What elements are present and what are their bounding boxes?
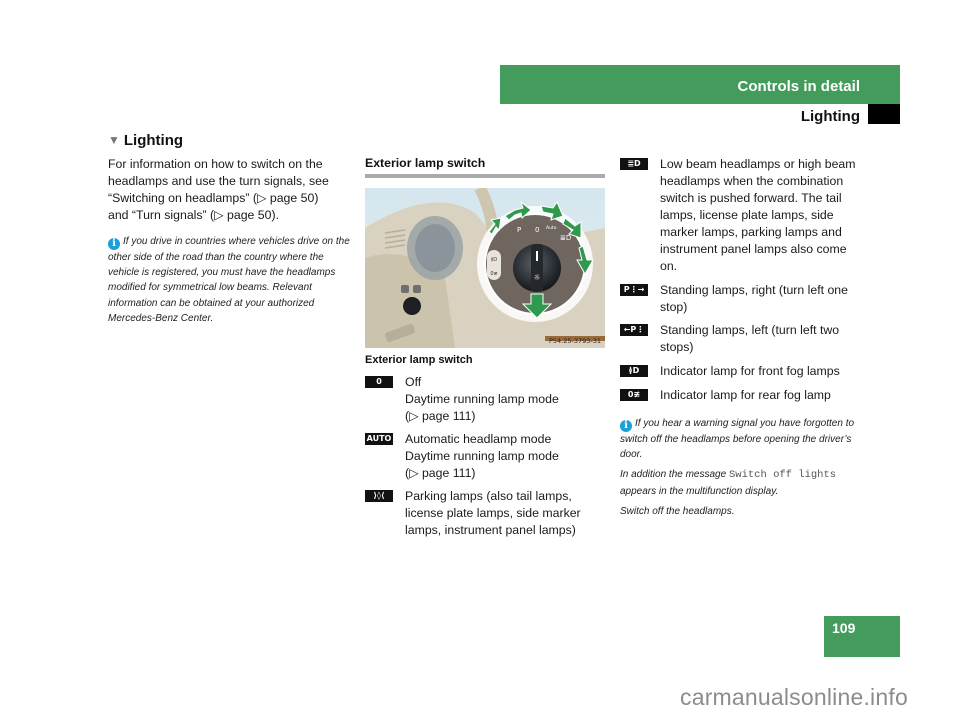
svg-text:≬D: ≬D	[491, 257, 497, 263]
gauge	[415, 224, 455, 272]
item-text: headlamps when the combination	[660, 174, 844, 188]
small-lamp-switch	[403, 297, 421, 315]
item-text: stop)	[660, 300, 688, 314]
page-reference-link[interactable]: (▷ page 111)	[405, 465, 605, 482]
item-text: lamps, instrument panel lamps)	[405, 523, 576, 537]
illustration-code: P54.25-3793-31	[549, 337, 601, 345]
low-beam-icon: ≣D	[620, 158, 648, 170]
item-text: license plate lamps, side marker	[405, 506, 581, 520]
item-text: Daytime running lamp mode	[405, 449, 559, 463]
section-heading: ▼ Lighting	[108, 132, 183, 149]
info-icon: i	[108, 238, 120, 250]
exterior-lamp-heading: Exterior lamp switch	[365, 156, 486, 170]
intro-link-line[interactable]: and “Turn signals” (▷ page 50).	[108, 207, 348, 224]
standing-lamps-left-icon: ←P⋮	[620, 324, 648, 336]
item-text: Daytime running lamp mode	[405, 392, 559, 406]
item-text: Low beam headlamps or high beam	[660, 157, 856, 171]
note-text: appears in the multifunction display.	[620, 485, 779, 497]
exterior-lamp-switch-illustration: ≬D 0≢ ☼ P 0 Auto ≣D P54.25-3793-31	[365, 188, 605, 348]
warning-info-note: i If you hear a warning signal you have f…	[620, 416, 870, 524]
page-number: 109	[832, 620, 856, 636]
section-title: Lighting	[800, 108, 860, 125]
item-text: Parking lamps (also tail lamps,	[405, 489, 572, 503]
watermark: carmanualsonline.info	[680, 684, 908, 710]
display-message: Switch off lights	[728, 469, 837, 482]
info-note-text: If you drive in countries where vehicles…	[108, 236, 350, 324]
note-text: In addition the message	[620, 469, 729, 481]
rear-fog-lamp-icon: 0≢	[620, 389, 648, 401]
knob-pointer	[536, 251, 538, 261]
item-text: Standing lamps, right (turn left one	[660, 283, 848, 297]
item-text: Indicator lamp for front fog lamps	[660, 364, 840, 378]
item-text: switch is pushed forward. The tail	[660, 191, 842, 205]
auto-headlamp-icon: AUTO	[365, 433, 393, 445]
note-text: If you hear a warning signal you have fo…	[620, 418, 855, 461]
page-reference-link[interactable]: (▷ page 111)	[405, 408, 605, 425]
note-text: Switch off the headlamps.	[620, 505, 735, 517]
intro-link-line[interactable]: “Switching on headlamps” (▷ page 50)	[108, 190, 348, 207]
item-text: stops)	[660, 340, 694, 354]
dial-label-zero: 0	[535, 226, 539, 234]
svg-text:≣D: ≣D	[560, 234, 571, 242]
info-icon: i	[620, 420, 632, 432]
front-fog-lamp-icon: ≬D	[620, 365, 648, 377]
off-position-icon: 0	[365, 376, 393, 388]
item-text: marker lamps, parking lamps and	[660, 225, 842, 239]
item-text: Indicator lamp for rear fog lamp	[660, 388, 831, 402]
item-text: instrument panel lamps also come	[660, 242, 847, 256]
dashboard-illustration: ≬D 0≢ ☼ P 0 Auto ≣D P54.25-3793-31	[365, 188, 605, 348]
intro-paragraph: For information on how to switch on the …	[108, 156, 348, 224]
triangle-down-icon: ▼	[108, 133, 120, 147]
chapter-title: Controls in detail	[737, 78, 860, 95]
heading-rule	[365, 174, 605, 178]
intro-line: headlamps and use the turn signals, see	[108, 174, 329, 188]
illustration-caption: Exterior lamp switch	[365, 354, 473, 366]
svg-text:☼: ☼	[533, 273, 540, 282]
info-note: i If you drive in countries where vehicle…	[108, 234, 353, 326]
parking-lamps-icon: ⟩◊⟨	[365, 490, 393, 502]
standing-lamps-right-icon: P⋮→	[620, 284, 648, 296]
section-marker-block	[868, 104, 900, 124]
item-text: Automatic headlamp mode	[405, 432, 552, 446]
item-text: on.	[660, 259, 678, 273]
dial-label-p: P	[517, 226, 521, 234]
dial-label-auto: Auto	[546, 225, 557, 231]
svg-text:0≢: 0≢	[490, 271, 497, 277]
section-heading-text: Lighting	[123, 132, 184, 149]
item-text: Standing lamps, left (turn left two	[660, 323, 840, 337]
item-text: lamps, license plate lamps, side	[660, 208, 834, 222]
intro-line: For information on how to switch on the	[108, 157, 323, 171]
item-text: Off	[405, 375, 422, 389]
